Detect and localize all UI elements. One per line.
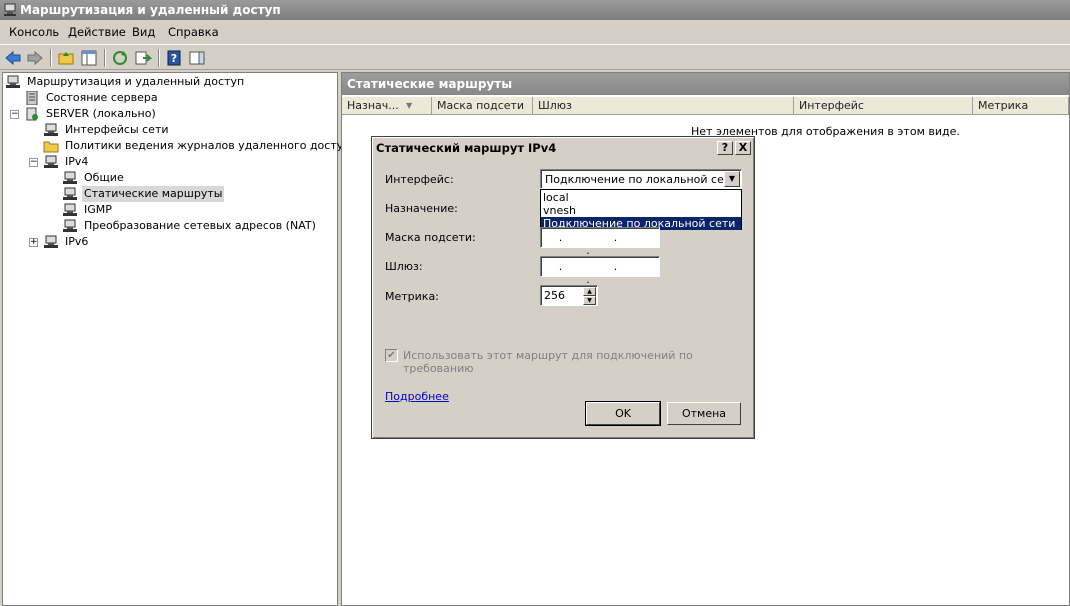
pane-title: Статические маршруты	[342, 73, 1069, 95]
toolbar-separator	[50, 49, 52, 67]
tree-item-general[interactable]: Общие	[62, 170, 262, 186]
network-icon	[63, 219, 77, 232]
routing-icon	[4, 3, 16, 16]
menu-console[interactable]: Консоль	[9, 25, 59, 39]
interface-dropdown-list: local vnesh Подключение по локальной сет…	[540, 189, 742, 230]
dropdown-option[interactable]: vnesh	[541, 204, 741, 217]
refresh-icon[interactable]	[111, 49, 129, 67]
demand-dial-checkbox[interactable]: ✔	[385, 349, 398, 362]
tree-item-logging-policies[interactable]: Политики ведения журналов удаленного дос…	[43, 138, 357, 154]
server-icon	[26, 107, 38, 121]
spin-up-icon[interactable]: ▲	[583, 287, 596, 296]
toolbar-separator	[158, 49, 160, 67]
collapse-toggle[interactable]: −	[10, 110, 19, 119]
static-route-dialog: Статический маршрут IPv4 ? X Интерфейс: …	[371, 136, 755, 439]
more-info-link[interactable]: Подробнее	[385, 390, 449, 403]
network-icon	[63, 171, 77, 184]
action-pane-icon[interactable]	[188, 49, 206, 67]
dialog-titlebar: Статический маршрут IPv4 ? X	[374, 139, 752, 157]
window-title: Маршрутизация и удаленный доступ	[20, 3, 281, 17]
column-header-gateway[interactable]: Шлюз	[533, 97, 794, 115]
server-status-icon	[26, 91, 38, 105]
tree-item-label: Общие	[84, 171, 124, 184]
tree-item-label: Политики ведения журналов удаленного дос…	[65, 139, 358, 152]
tree-item-label: Интерфейсы сети	[65, 123, 169, 136]
menu-action[interactable]: Действие	[68, 25, 126, 39]
tree-item-label: Состояние сервера	[46, 91, 158, 104]
menu-help[interactable]: Справка	[168, 25, 219, 39]
column-header-metric[interactable]: Метрика	[973, 97, 1069, 115]
svg-text:?: ?	[171, 52, 177, 65]
back-icon[interactable]	[4, 49, 22, 67]
metric-label: Метрика:	[385, 290, 439, 303]
gateway-field[interactable]: . . .	[540, 256, 660, 286]
tree-item-static-routes[interactable]: Статические маршруты	[62, 186, 262, 202]
toolbar: ?	[0, 44, 1070, 70]
network-interface-icon	[44, 123, 58, 136]
show-hide-tree-icon[interactable]	[80, 49, 98, 67]
mask-label: Маска подсети:	[385, 231, 476, 244]
tree-item-igmp[interactable]: IGMP	[62, 202, 262, 218]
column-header-destination[interactable]: Назнач... ▼	[342, 97, 432, 115]
tree-item-network-interfaces[interactable]: Интерфейсы сети	[43, 122, 333, 138]
tree-item-ipv4[interactable]: IPv4	[43, 154, 243, 170]
dropdown-option[interactable]: local	[541, 191, 741, 204]
window-titlebar: Маршрутизация и удаленный доступ	[0, 0, 1070, 20]
destination-label: Назначение:	[385, 202, 458, 215]
tree-item-label: IPv4	[65, 155, 89, 168]
tree-item-label: SERVER (локально)	[46, 107, 156, 120]
tree-item-nat[interactable]: Преобразование сетевых адресов (NAT)	[62, 218, 332, 234]
forward-icon[interactable]	[26, 49, 44, 67]
help-icon[interactable]: ?	[165, 49, 183, 67]
help-button[interactable]: ?	[717, 141, 733, 155]
up-folder-icon[interactable]	[57, 49, 75, 67]
routing-icon	[6, 75, 20, 88]
gateway-label: Шлюз:	[385, 260, 423, 273]
tree-item-label: Преобразование сетевых адресов (NAT)	[84, 219, 316, 232]
menubar: Консоль Действие Вид Справка	[0, 22, 1070, 42]
ok-button[interactable]: OK	[585, 401, 661, 426]
close-button[interactable]: X	[735, 141, 751, 155]
column-header-mask[interactable]: Маска подсети	[432, 97, 533, 115]
tree-item-server[interactable]: SERVER (локально)	[24, 106, 324, 122]
console-tree: Маршрутизация и удаленный доступ Состоян…	[2, 72, 357, 606]
metric-spinner[interactable]: 256 ▲ ▼	[540, 285, 598, 306]
spin-down-icon[interactable]: ▼	[583, 296, 596, 305]
tree-item-ipv6[interactable]: IPv6	[43, 234, 243, 250]
collapse-toggle[interactable]: −	[29, 158, 38, 167]
subnet-mask-field[interactable]: . . .	[540, 227, 660, 257]
ip-separators: . . .	[558, 260, 642, 286]
interface-select[interactable]: Подключение по локальной сети ▼	[540, 169, 742, 189]
tree-item-server-status[interactable]: Состояние сервера	[24, 90, 324, 106]
folder-icon	[43, 141, 59, 153]
metric-value: 256	[544, 289, 565, 302]
dialog-title: Статический маршрут IPv4	[376, 141, 557, 155]
tree-item-label: IGMP	[84, 203, 112, 216]
cancel-button[interactable]: Отмена	[667, 402, 741, 425]
column-header-interface[interactable]: Интерфейс	[794, 97, 973, 115]
network-icon	[63, 203, 77, 216]
network-icon	[63, 187, 77, 200]
tree-item-label: Маршрутизация и удаленный доступ	[27, 75, 245, 88]
ip-separators: . . .	[558, 231, 642, 257]
toolbar-separator	[104, 49, 106, 67]
export-list-icon[interactable]	[134, 49, 152, 67]
tree-item-label: IPv6	[65, 235, 89, 248]
demand-dial-label: Использовать этот маршрут для подключени…	[403, 349, 693, 375]
network-icon	[44, 235, 58, 248]
tree-item-root[interactable]: Маршрутизация и удаленный доступ	[5, 74, 335, 90]
tree-item-label: Статические маршруты	[82, 186, 225, 202]
menu-view[interactable]: Вид	[132, 25, 155, 39]
expand-toggle[interactable]: +	[29, 238, 38, 247]
chevron-down-icon[interactable]: ▼	[724, 171, 740, 187]
network-icon	[44, 155, 58, 168]
sort-arrow-icon: ▼	[406, 101, 413, 110]
interface-label: Интерфейс:	[385, 173, 454, 186]
column-label: Назнач...	[347, 99, 399, 112]
interface-value: Подключение по локальной сети	[545, 173, 738, 186]
